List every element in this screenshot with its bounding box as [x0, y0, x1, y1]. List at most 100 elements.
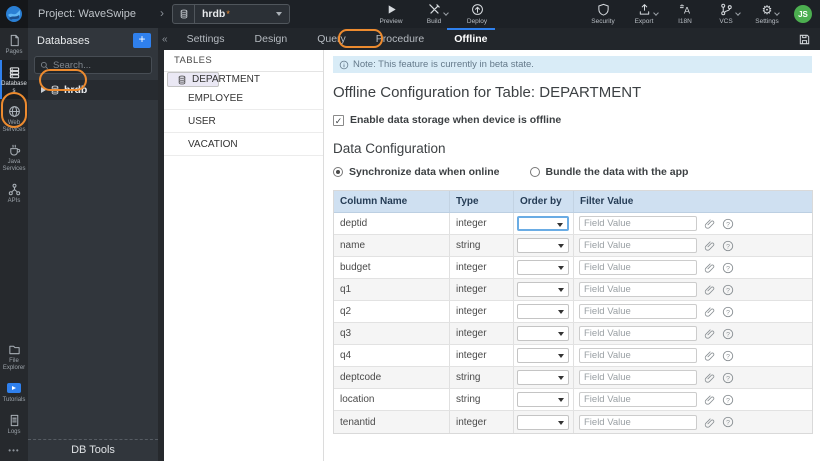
order-by-select[interactable] — [517, 392, 569, 407]
filter-value-input[interactable] — [579, 260, 697, 275]
column-type-cell: integer — [450, 323, 514, 344]
globe-icon — [8, 104, 21, 118]
help-icon[interactable]: ? — [722, 372, 734, 384]
table-item-user[interactable]: USER — [164, 110, 323, 133]
sidebar-item-pages[interactable]: Pages — [0, 28, 28, 60]
sidebar-item-apis[interactable]: APIs — [0, 177, 28, 209]
wavemaker-logo[interactable] — [0, 0, 28, 28]
help-icon[interactable]: ? — [722, 394, 734, 406]
save-icon — [799, 34, 810, 44]
checkbox-checked-icon[interactable]: ✓ — [333, 114, 344, 126]
radio-selected-icon[interactable] — [333, 167, 343, 177]
sidebar-item-file-explorer[interactable]: File Explorer — [0, 337, 28, 376]
order-by-select[interactable] — [517, 348, 569, 363]
help-icon[interactable]: ? — [722, 350, 734, 362]
enable-offline-checkbox[interactable]: ✓ Enable data storage when device is off… — [333, 114, 812, 126]
database-search[interactable] — [34, 56, 152, 74]
filter-value-input[interactable] — [579, 238, 697, 253]
bind-variable-icon[interactable] — [704, 218, 715, 229]
filter-value-input[interactable] — [579, 282, 697, 297]
preview-button[interactable]: Preview — [374, 3, 408, 25]
bind-variable-icon[interactable] — [704, 284, 715, 295]
column-name-cell: name — [334, 235, 450, 256]
bind-variable-icon[interactable] — [704, 306, 715, 317]
sidebar-item-logs[interactable]: Logs — [0, 408, 28, 440]
column-name-cell: tenantid — [334, 411, 450, 433]
settings-button[interactable]: ⚙ Settings — [750, 3, 784, 25]
filter-value-input[interactable] — [579, 370, 697, 385]
filter-value-input[interactable] — [579, 326, 697, 341]
column-type-cell: string — [450, 389, 514, 410]
deploy-button[interactable]: Deploy — [460, 3, 494, 25]
bind-variable-icon[interactable] — [704, 262, 715, 273]
database-search-input[interactable] — [53, 59, 146, 71]
help-icon[interactable]: ? — [722, 262, 734, 274]
table-item-department[interactable]: DEPARTMENT — [167, 72, 260, 87]
bind-variable-icon[interactable] — [704, 240, 715, 251]
vcs-button[interactable]: VCS — [709, 3, 743, 25]
more-options-button[interactable]: ••• — [0, 440, 28, 459]
radio-unselected-icon[interactable] — [529, 167, 540, 177]
bind-variable-icon[interactable] — [704, 394, 715, 405]
sidebar-item-databases[interactable]: Databases — [0, 60, 28, 99]
add-database-button[interactable]: + — [133, 33, 151, 48]
column-name-cell: q3 — [334, 323, 450, 344]
help-icon[interactable]: ? — [722, 218, 734, 230]
help-icon[interactable]: ? — [722, 328, 734, 340]
tables-panel-header: TABLES — [164, 50, 323, 72]
order-by-select[interactable] — [517, 326, 569, 341]
user-avatar[interactable]: JS — [794, 5, 812, 23]
sidebar-item-tutorials[interactable]: Tutorials — [0, 376, 28, 408]
i18n-button[interactable]: A I18N — [668, 3, 702, 25]
filter-value-input[interactable] — [579, 414, 697, 430]
bind-variable-icon[interactable] — [704, 372, 715, 383]
build-button[interactable]: Build — [417, 3, 451, 25]
config-row-deptid: deptidinteger? — [334, 213, 812, 235]
tab-settings[interactable]: Settings — [184, 28, 228, 50]
tab-query[interactable]: Query — [314, 28, 349, 50]
enable-offline-label: Enable data storage when device is offli… — [350, 114, 562, 126]
filter-value-input[interactable] — [579, 392, 697, 407]
sidebar-item-web-services[interactable]: Web Services — [0, 99, 28, 138]
order-by-select[interactable] — [517, 304, 569, 319]
security-button[interactable]: Security — [586, 3, 620, 25]
table-item-vacation[interactable]: VACATION — [164, 133, 323, 156]
sidebar-item-java-services[interactable]: Java Services — [0, 138, 28, 177]
help-icon[interactable]: ? — [722, 284, 734, 296]
filter-value-input[interactable] — [579, 216, 697, 231]
order-by-select[interactable] — [517, 282, 569, 297]
bind-variable-icon[interactable] — [704, 350, 715, 361]
order-by-select[interactable] — [517, 414, 569, 430]
radio-option-1[interactable]: Synchronize data when online — [333, 166, 500, 178]
tab-design[interactable]: Design — [252, 28, 291, 50]
save-button[interactable] — [798, 33, 811, 46]
order-by-select[interactable] — [517, 260, 569, 275]
app-window: Project: WaveSwipe › hrdb * Preview Build… — [0, 0, 820, 461]
db-tree-item-hrdb[interactable]: hrdb — [28, 80, 158, 100]
config-row-tenantid: tenantidinteger? — [334, 411, 812, 433]
export-button[interactable]: Export — [627, 3, 661, 25]
help-icon[interactable]: ? — [722, 306, 734, 318]
config-row-q3: q3integer? — [334, 323, 812, 345]
caret-down-icon — [557, 223, 563, 227]
tab-offline[interactable]: Offline — [447, 28, 495, 50]
radio-option-2[interactable]: Bundle the data with the app — [529, 166, 688, 178]
order-by-select[interactable] — [517, 216, 569, 231]
help-icon[interactable]: ? — [722, 416, 734, 428]
db-selector-dropdown[interactable]: hrdb * — [172, 4, 290, 24]
tab-procedure[interactable]: Procedure — [373, 28, 427, 50]
gear-icon: ⚙ — [762, 3, 781, 16]
filter-value-input[interactable] — [579, 348, 697, 363]
collapse-panel-icon[interactable]: « — [162, 34, 168, 45]
column-type-cell: integer — [450, 213, 514, 234]
help-icon[interactable]: ? — [722, 240, 734, 252]
filter-value-input[interactable] — [579, 304, 697, 319]
order-by-select[interactable] — [517, 238, 569, 253]
db-tools-button[interactable]: DB Tools — [28, 439, 158, 461]
order-by-select[interactable] — [517, 370, 569, 385]
bind-variable-icon[interactable] — [704, 417, 715, 428]
bind-variable-icon[interactable] — [704, 328, 715, 339]
chevron-down-icon — [734, 10, 741, 16]
table-item-employee[interactable]: EMPLOYEE — [164, 87, 323, 110]
column-name-cell: deptid — [334, 213, 450, 234]
